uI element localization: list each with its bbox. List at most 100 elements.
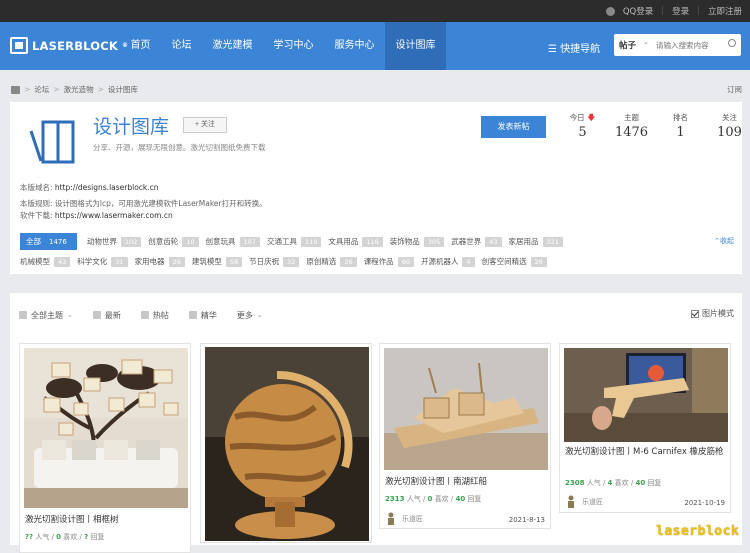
tag-count: 119 <box>300 236 322 247</box>
tag-row: 全部 1476 动物世界 102 创意齿轮 10 创意玩具 107 交通工具 119 文具用品 116… <box>20 233 570 250</box>
search-icon[interactable] <box>728 39 736 47</box>
category-tag[interactable]: 家用电器 26 <box>135 256 185 267</box>
replies-count: ? <box>84 533 89 541</box>
filter-digest[interactable]: 精华 <box>188 310 217 321</box>
picture-mode-checkbox[interactable] <box>691 309 699 318</box>
nav-item-learning-center[interactable]: 学习中心 <box>263 22 324 70</box>
thread-card[interactable] <box>200 343 372 543</box>
category-tag[interactable]: 家居用品 321 <box>509 236 563 247</box>
stat-value: 1476 <box>614 125 649 140</box>
tag-label: 科学文化 <box>77 257 108 266</box>
thread-author[interactable]: 乐道匠 <box>385 512 423 526</box>
follow-button[interactable]: + 关注 <box>183 117 227 133</box>
views-label: 人气 <box>35 533 50 541</box>
home-icon[interactable] <box>11 85 20 94</box>
likes-count: 0 <box>427 495 433 503</box>
breadcrumb-item-design-library[interactable]: 设计图库 <box>108 84 138 95</box>
category-tag[interactable]: 建筑模型 58 <box>192 256 243 267</box>
category-tag[interactable]: 装饰物品 305 <box>390 236 445 247</box>
nav-item-design-library[interactable]: 设计图库 <box>385 22 446 70</box>
nav-item-laser-modeling[interactable]: 激光建模 <box>202 22 263 70</box>
tag-count: 321 <box>542 236 563 247</box>
author-name: 乐道匠 <box>402 515 423 523</box>
category-tag[interactable]: 交通工具 119 <box>267 236 322 247</box>
thread-card[interactable]: 激光切割设计图丨相框树 ?? 人气 / 0 喜欢 / ? 回复 <box>19 343 191 553</box>
nav-item-home[interactable]: 首页 <box>120 22 161 70</box>
breadcrumb-separator: > <box>97 85 104 94</box>
quick-nav[interactable]: ☰ 快捷导航 <box>548 40 600 55</box>
thread-thumbnail[interactable] <box>384 348 548 470</box>
thread-title[interactable]: 激光切割设计图丨相框树 <box>25 514 187 526</box>
replies-count: 40 <box>635 479 646 487</box>
domain-link[interactable]: http://designs.laserblock.cn <box>55 183 159 192</box>
nav-item-service-center[interactable]: 服务中心 <box>324 22 385 70</box>
tag-label: 开源机器人 <box>420 257 459 266</box>
category-tag[interactable]: 节日庆祝 32 <box>249 256 300 267</box>
stat-value: 5 <box>578 125 587 140</box>
thread-thumbnail[interactable] <box>564 348 728 442</box>
category-tag[interactable]: 开源机器人 4 <box>421 256 475 267</box>
stat-value: 1 <box>676 125 685 140</box>
rules-label: 本版规则: <box>20 199 53 208</box>
category-tag[interactable]: 创意齿轮 10 <box>148 236 199 247</box>
search-type-select[interactable]: 帖子 <box>619 39 636 51</box>
breadcrumb-item-laser-making[interactable]: 激光造物 <box>64 84 94 95</box>
tag-label: 文具用品 <box>328 237 359 246</box>
subscribe-link[interactable]: 订阅 <box>727 84 742 95</box>
thread-thumbnail[interactable] <box>205 347 369 541</box>
nav-menu: 首页 论坛 激光建模 学习中心 服务中心 设计图库 <box>120 22 446 70</box>
thread-date: 2021-10-19 <box>684 499 725 507</box>
site-logo[interactable]: LASERBLOCK ® <box>10 37 128 54</box>
nav-item-forum[interactable]: 论坛 <box>161 22 202 70</box>
category-tag[interactable]: 原创精选 26 <box>306 256 357 267</box>
tag-label: 家居用品 <box>508 237 539 246</box>
collapse-link[interactable]: ⌃收起 <box>714 236 734 246</box>
tag-label: 动物世界 <box>86 237 117 246</box>
breadcrumb-item-forum[interactable]: 论坛 <box>34 84 49 95</box>
filter-hot[interactable]: 热帖 <box>140 310 169 321</box>
category-tag[interactable]: 创客空间精选 26 <box>482 256 547 267</box>
tag-label: 武器世界 <box>451 237 482 246</box>
replies-count: 40 <box>455 495 466 503</box>
thread-card[interactable]: 激光切割设计图丨南湖红船 2313 人气 / 0 喜欢 / 40 回复 乐道匠 … <box>379 343 551 529</box>
category-tag[interactable]: 课程作品 60 <box>364 256 414 267</box>
picture-mode-label: 图片模式 <box>702 309 734 318</box>
likes-label: 喜欢 <box>614 479 629 487</box>
picture-mode-toggle[interactable]: 图片模式 <box>691 308 734 319</box>
tag-count: 43 <box>485 236 502 247</box>
category-tag[interactable]: 机械模型 43 <box>20 256 71 267</box>
thread-title[interactable]: 激光切割设计图丨南湖红船 <box>385 476 547 488</box>
star-icon <box>188 311 197 319</box>
qq-login-link[interactable]: QQ登录 <box>623 5 653 17</box>
thread-meta: 2313 人气 / 0 喜欢 / 40 回复 <box>385 495 482 503</box>
thread-thumbnail[interactable] <box>24 348 188 508</box>
category-tag[interactable]: 武器世界 43 <box>451 236 502 247</box>
category-tag[interactable]: 文具用品 116 <box>328 236 383 247</box>
avatar <box>388 512 394 525</box>
software-link[interactable]: https://www.lasermaker.com.cn <box>55 211 173 220</box>
avatar <box>568 495 574 508</box>
category-tag[interactable]: 动物世界 102 <box>86 236 142 247</box>
watermark: laserblock <box>656 524 740 539</box>
tag-count: 43 <box>54 256 71 267</box>
login-link[interactable]: 登录 <box>672 5 689 17</box>
author-name: 乐道匠 <box>582 498 603 506</box>
filter-label: 精华 <box>200 310 217 320</box>
filter-latest[interactable]: 最新 <box>92 310 121 321</box>
qq-icon <box>605 6 615 16</box>
forum-header: 设计图库 + 关注 分享、开源，展现无限创意。激光切割图纸免费下载 发表新帖 今… <box>10 102 742 274</box>
thread-author[interactable]: 乐道匠 <box>565 495 603 509</box>
category-tag[interactable]: 科学文化 31 <box>77 256 128 267</box>
tag-row: 机械模型 43 科学文化 31 家用电器 26 建筑模型 58 节日庆祝 32 原创精选 26 课程作品… <box>20 256 554 267</box>
thread-title[interactable]: 激光切割设计图丨M-6 Carnifex 橡皮筋枪 <box>565 446 727 458</box>
main-nav: LASERBLOCK ® 首页 论坛 激光建模 学习中心 服务中心 设计图库 ☰ … <box>0 22 750 70</box>
category-tag[interactable]: 全部 1476 <box>20 233 77 250</box>
filter-more[interactable]: 更多 ⌄ <box>237 310 263 321</box>
search-input[interactable] <box>656 38 728 52</box>
thread-card[interactable]: 激光切割设计图丨M-6 Carnifex 橡皮筋枪 2308 人气 / 4 喜欢… <box>559 343 731 513</box>
new-post-button[interactable]: 发表新帖 <box>481 116 546 138</box>
register-link[interactable]: 立即注册 <box>708 5 742 17</box>
replies-label: 回复 <box>90 533 105 541</box>
category-tag[interactable]: 创意玩具 107 <box>206 236 260 247</box>
filter-all-topics[interactable]: 全部主题 ⌄ <box>19 310 73 321</box>
